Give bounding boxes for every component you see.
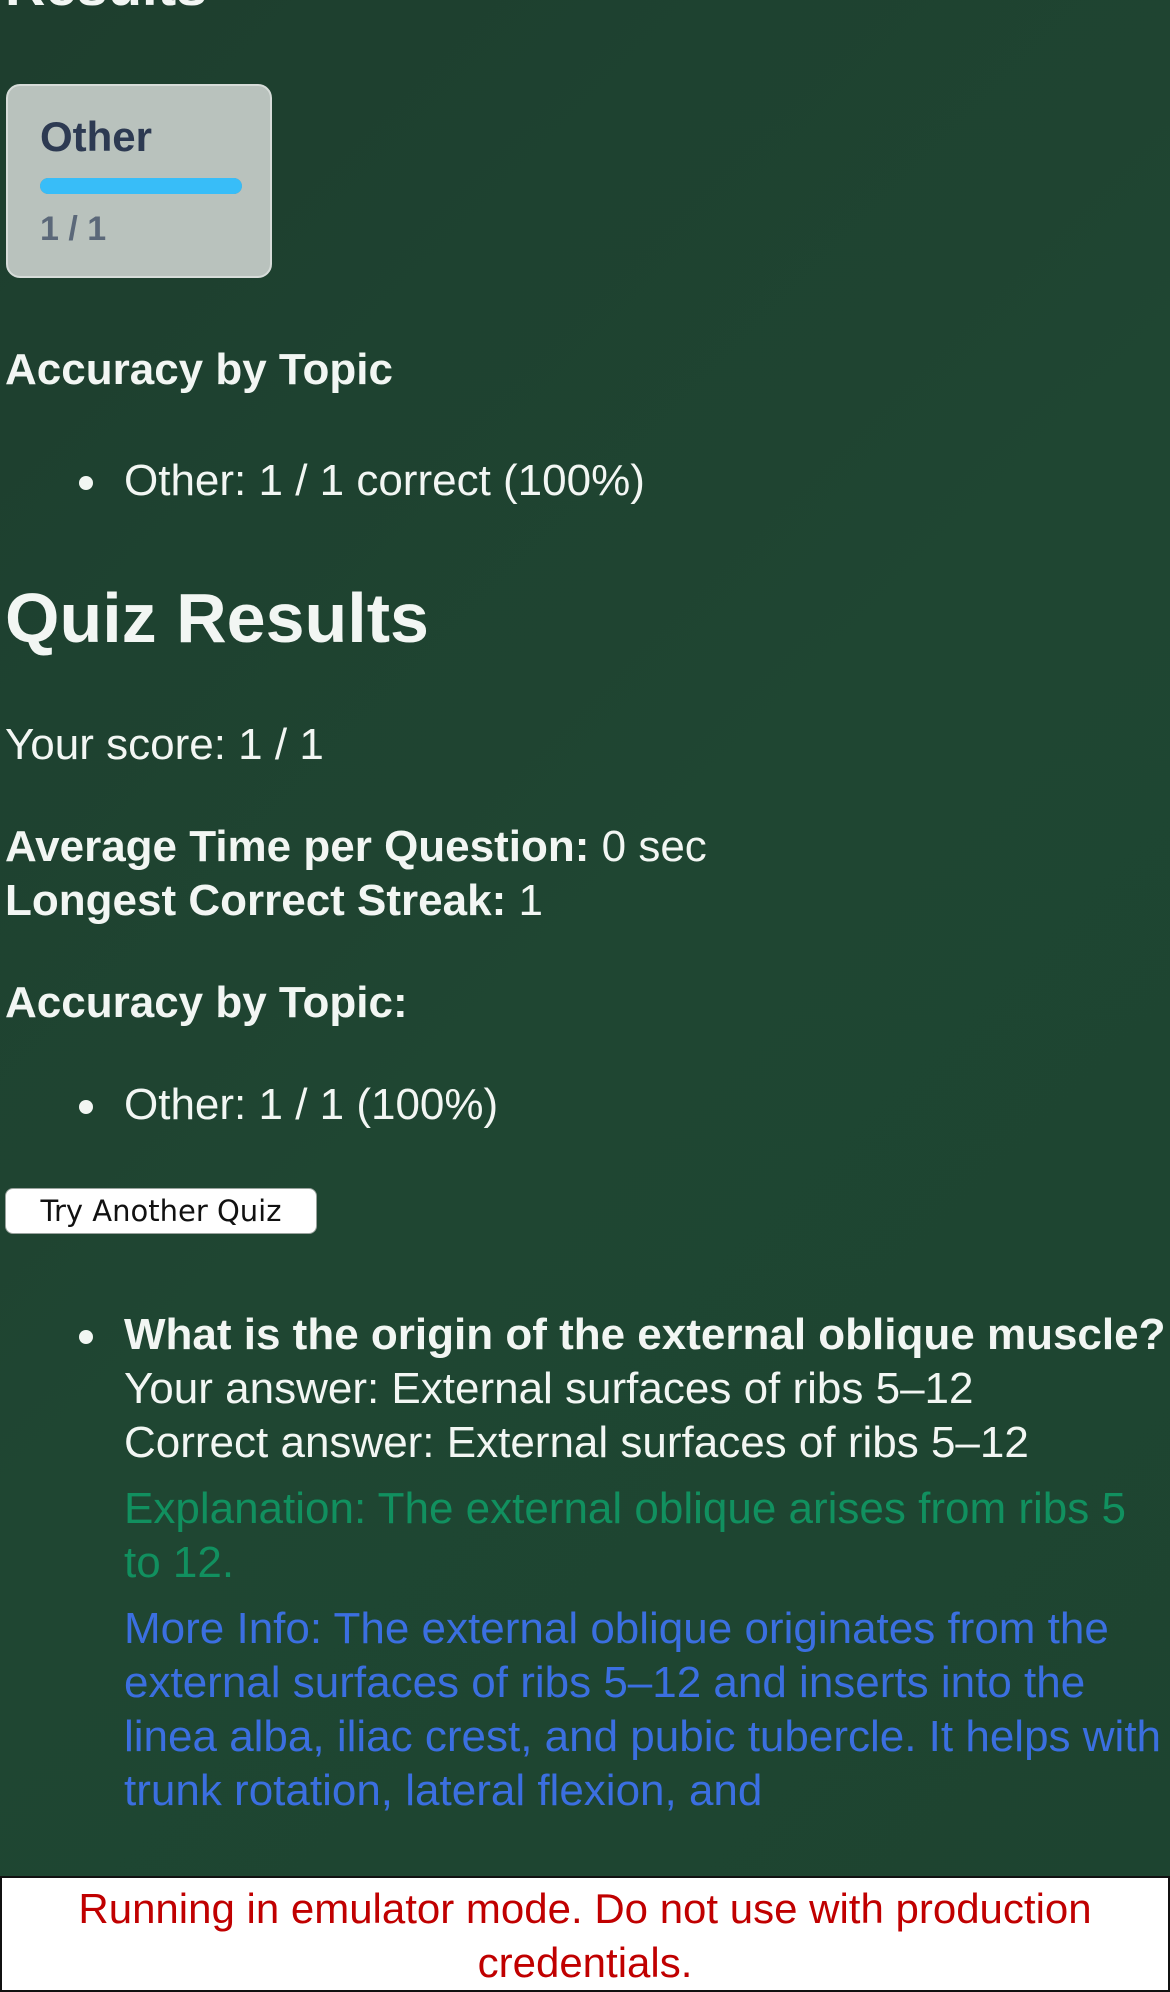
- streak-label: Longest Correct Streak:: [5, 876, 507, 925]
- question-review-list: What is the origin of the external obliq…: [0, 1308, 1170, 1818]
- explanation-text: Explanation: The external oblique arises…: [124, 1484, 1126, 1587]
- review-item: What is the origin of the external obliq…: [0, 1308, 1170, 1818]
- accuracy-by-topic-summary-list: Other: 1 / 1 (100%): [0, 1078, 498, 1132]
- emulator-warning-banner: Running in emulator mode. Do not use wit…: [0, 1876, 1170, 1992]
- more-info-text: More Info: The external oblique originat…: [124, 1604, 1162, 1815]
- quiz-stats: Average Time per Question: 0 sec Longest…: [5, 820, 707, 928]
- accuracy-by-topic-summary-heading: Accuracy by Topic:: [5, 978, 408, 1027]
- streak-value: 1: [506, 876, 543, 925]
- page-title: Results: [5, 0, 207, 14]
- try-another-quiz-button[interactable]: Try Another Quiz: [5, 1188, 317, 1234]
- quiz-results-heading: Quiz Results: [5, 579, 429, 657]
- score-text: Your score: 1 / 1: [5, 720, 324, 769]
- list-item: Other: 1 / 1 correct (100%): [0, 454, 645, 508]
- topic-progress-bar: [40, 178, 242, 194]
- streak-row: Longest Correct Streak: 1: [5, 874, 707, 928]
- topic-progress-fill: [40, 178, 242, 194]
- avg-time-label: Average Time per Question:: [5, 822, 590, 871]
- topic-card-other[interactable]: Other 1 / 1: [6, 84, 272, 278]
- review-question: What is the origin of the external obliq…: [124, 1310, 1166, 1359]
- avg-time-value: 0 sec: [589, 822, 707, 871]
- accuracy-by-topic-heading: Accuracy by Topic: [5, 345, 393, 394]
- topic-card-count: 1 / 1: [40, 210, 107, 248]
- avg-time-row: Average Time per Question: 0 sec: [5, 820, 707, 874]
- topic-card-name: Other: [40, 113, 153, 160]
- list-item: Other: 1 / 1 (100%): [0, 1078, 498, 1132]
- your-answer: Your answer: External surfaces of ribs 5…: [124, 1364, 974, 1413]
- correct-answer: Correct answer: External surfaces of rib…: [124, 1418, 1029, 1467]
- accuracy-by-topic-list: Other: 1 / 1 correct (100%): [0, 454, 645, 508]
